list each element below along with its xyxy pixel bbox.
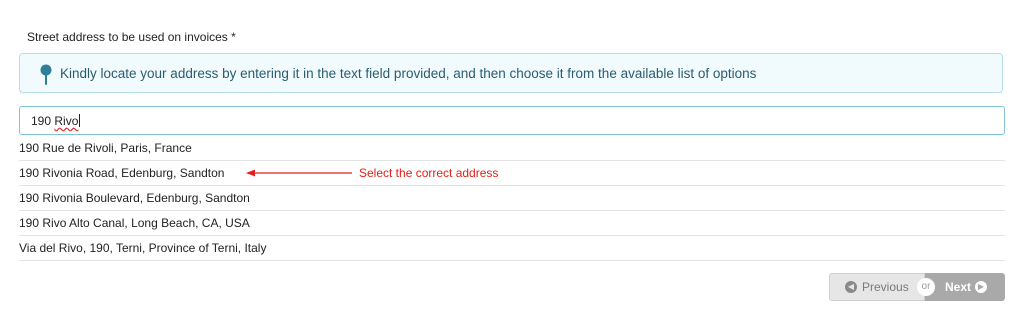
previous-button[interactable]: ◀ Previous <box>829 273 925 301</box>
suggestions-list: 190 Rue de Rivoli, Paris, France 190 Riv… <box>19 136 1005 261</box>
suggestion-item[interactable]: 190 Rivonia Road, Edenburg, Sandton <box>19 161 1005 186</box>
suggestion-item[interactable]: 190 Rivonia Boulevard, Edenburg, Sandton <box>19 186 1005 211</box>
previous-label: Previous <box>862 280 909 294</box>
info-text: Kindly locate your address by entering i… <box>60 66 757 81</box>
or-badge: or <box>917 278 935 296</box>
suggestion-item[interactable]: Via del Rivo, 190, Terni, Province of Te… <box>19 236 1005 261</box>
next-button[interactable]: Next ▶ <box>925 273 1005 301</box>
field-label: Street address to be used on invoices * <box>27 30 236 44</box>
suggestion-item[interactable]: 190 Rue de Rivoli, Paris, France <box>19 136 1005 161</box>
annotation-text: Select the correct address <box>359 166 499 180</box>
chevron-left-circle-icon: ◀ <box>845 281 857 293</box>
next-label: Next <box>945 280 972 294</box>
address-input[interactable] <box>19 106 1005 135</box>
suggestion-item[interactable]: 190 Rivo Alto Canal, Long Beach, CA, USA <box>19 211 1005 236</box>
map-pin-icon <box>40 64 52 85</box>
chevron-right-circle-icon: ▶ <box>975 281 987 293</box>
annotation-arrow-icon <box>246 169 352 177</box>
info-box: Kindly locate your address by entering i… <box>19 53 1003 93</box>
navigation: ◀ Previous Next ▶ or <box>829 273 1005 301</box>
